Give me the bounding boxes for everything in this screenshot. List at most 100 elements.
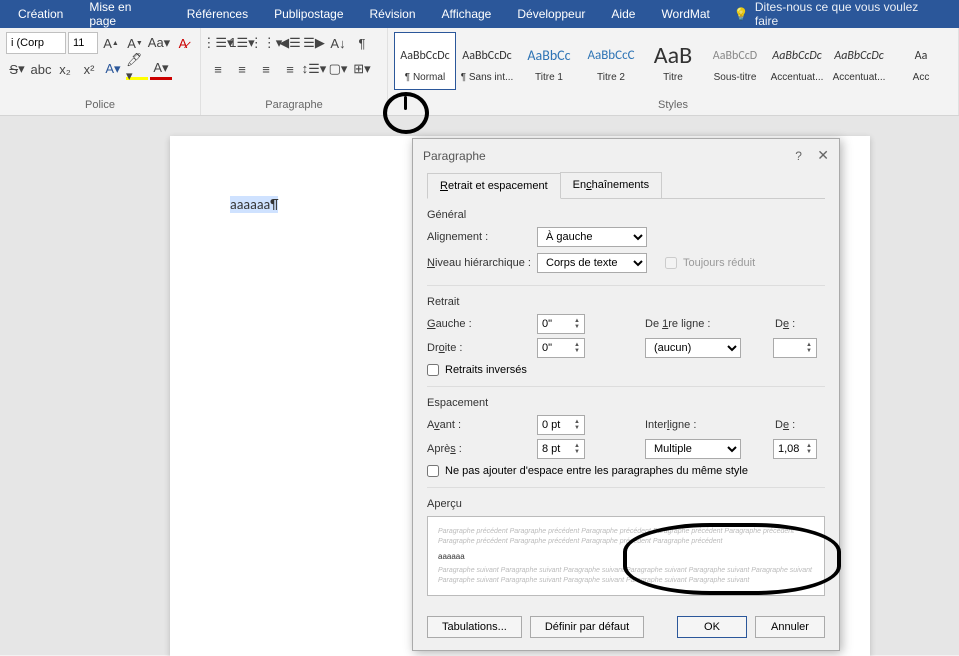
align-right-button[interactable]: ≡ [255,58,277,80]
style-item-3[interactable]: AaBbCcCTitre 2 [580,32,642,90]
line-spacing-button[interactable]: ↕☰▾ [303,58,325,80]
section-retrait: Retrait [427,296,825,308]
apres-label: Après : [427,443,537,455]
dialog-titlebar: Paragraphe ? ✕ [413,139,839,172]
tab-retrait-espacement[interactable]: Retrait et espacement [427,173,561,199]
font-name-input[interactable] [6,32,66,54]
default-button[interactable]: Définir par défaut [530,616,644,638]
gauche-label: Gauche : [427,318,537,330]
preview-box: Paragraphe précédent Paragraphe précéden… [427,516,825,596]
menu-references[interactable]: Références [175,3,260,25]
multilevel-button[interactable]: ⋮⋮▾ [255,32,277,54]
alignment-select[interactable]: À gauche [537,227,647,247]
annotation-line [404,96,407,110]
ok-button[interactable]: OK [677,616,747,638]
ribbon-group-font: A▲ A▼ Aa▾ A̷ S▾ abc x₂ x² A▾ 🖊▾ A▾ Polic… [0,28,201,115]
style-name: Titre [663,72,683,83]
dialog-tabs: Retrait et espacement Enchaînements [427,172,825,199]
superscript-button[interactable]: x² [78,58,100,80]
style-preview: AaB [654,40,692,72]
style-item-8[interactable]: AaAcc [890,32,952,90]
strikethrough2-button[interactable]: abc [30,58,52,80]
tell-me-label: Dites-nous ce que vous voulez faire [755,0,943,28]
text-effects-button[interactable]: A▾ [102,58,124,80]
tab-enchainements[interactable]: Enchaînements [560,172,662,198]
shading-button[interactable]: ▢▾ [327,58,349,80]
highlight-button[interactable]: 🖊▾ [126,58,148,80]
avant-spinner[interactable]: 0 pt▲▼ [537,415,585,435]
style-item-1[interactable]: AaBbCcDc¶ Sans int... [456,32,518,90]
style-preview: AaBbCcD [713,40,757,72]
clear-formatting-button[interactable]: A̷ [172,32,194,54]
menu-creation[interactable]: Création [6,3,75,25]
menu-wordmat[interactable]: WordMat [649,3,721,25]
styles-gallery: AaBbCcDc¶ NormalAaBbCcDc¶ Sans int...AaB… [394,32,952,90]
sort-button[interactable]: A↓ [327,32,349,54]
tabulations-button[interactable]: Tabulations... [427,616,522,638]
document-text[interactable]: aaaaaa¶ [230,196,278,213]
first-line-select[interactable]: (aucun) [645,338,741,358]
collapsed-checkbox [665,257,677,269]
borders-button[interactable]: ⊞▾ [351,58,373,80]
style-name: ¶ Sans int... [461,72,514,83]
ribbon: A▲ A▼ Aa▾ A̷ S▾ abc x₂ x² A▾ 🖊▾ A▾ Polic… [0,28,959,116]
preview-after: Paragraphe suivant Paragraphe suivant Pa… [438,566,814,586]
menu-revision[interactable]: Révision [358,3,428,25]
align-left-button[interactable]: ≡ [207,58,229,80]
align-center-button[interactable]: ≡ [231,58,253,80]
menu-affichage[interactable]: Affichage [430,3,504,25]
grow-font-button[interactable]: A▲ [100,32,122,54]
paragraph-group-label: Paragraphe [207,97,381,113]
avant-label: Avant : [427,419,537,431]
dialog-help-button[interactable]: ? [795,149,802,163]
dialog-close-button[interactable]: ✕ [817,147,829,163]
de2-label: De : [775,419,805,431]
bullets-button[interactable]: ⋮☰▾ [207,32,229,54]
style-name: Titre 2 [597,72,625,83]
change-case-button[interactable]: Aa▾ [148,32,170,54]
droite-spinner[interactable]: 0"▲▼ [537,338,585,358]
gauche-spinner[interactable]: 0"▲▼ [537,314,585,334]
mirror-indents-checkbox[interactable] [427,364,439,376]
de-label: De : [775,318,805,330]
show-marks-button[interactable]: ¶ [351,32,373,54]
style-item-2[interactable]: AaBbCcTitre 1 [518,32,580,90]
apres-spinner[interactable]: 8 pt▲▼ [537,439,585,459]
font-color-button[interactable]: A▾ [150,58,172,80]
style-item-5[interactable]: AaBbCcDSous-titre [704,32,766,90]
style-item-4[interactable]: AaBTitre [642,32,704,90]
no-space-checkbox[interactable] [427,465,439,477]
justify-button[interactable]: ≡ [279,58,301,80]
interligne-select[interactable]: Multiple [645,439,741,459]
decrease-indent-button[interactable]: ◀☰ [279,32,301,54]
de2-spinner[interactable]: 1,08▲▼ [773,439,817,459]
menu-publipostage[interactable]: Publipostage [262,3,355,25]
outline-select[interactable]: Corps de texte [537,253,647,273]
ribbon-group-paragraph: ⋮☰▾ 1☰▾ ⋮⋮▾ ◀☰ ☰▶ A↓ ¶ ≡ ≡ ≡ ≡ ↕☰▾ ▢▾ ⊞▾… [201,28,388,115]
font-size-input[interactable] [68,32,98,54]
preview-before: Paragraphe précédent Paragraphe précéden… [438,527,814,547]
preview-sample: aaaaaa [438,551,814,562]
style-preview: AaBbCcC [587,40,634,72]
font-group-label: Police [6,97,194,113]
styles-group-label: Styles [394,97,952,113]
outline-label: Niveau hiérarchique : [427,257,537,269]
style-item-6[interactable]: AaBbCcDcAccentuat... [766,32,828,90]
increase-indent-button[interactable]: ☰▶ [303,32,325,54]
de-spinner[interactable]: ▲▼ [773,338,817,358]
tell-me-search[interactable]: 💡 Dites-nous ce que vous voulez faire [724,0,953,32]
style-name: Accentuat... [833,72,886,83]
style-item-0[interactable]: AaBbCcDc¶ Normal [394,32,456,90]
style-name: Accentuat... [771,72,824,83]
subscript-button[interactable]: x₂ [54,58,76,80]
style-preview: AaBbCcDc [462,40,511,72]
style-item-7[interactable]: AaBbCcDcAccentuat... [828,32,890,90]
style-preview: Aa [915,40,928,72]
strikethrough-button[interactable]: S▾ [6,58,28,80]
cancel-button[interactable]: Annuler [755,616,825,638]
bulb-icon: 💡 [734,7,749,21]
menu-developpeur[interactable]: Développeur [505,3,597,25]
no-space-label: Ne pas ajouter d'espace entre les paragr… [445,465,748,477]
menu-aide[interactable]: Aide [599,3,647,25]
style-preview: AaBbCcDc [834,40,883,72]
